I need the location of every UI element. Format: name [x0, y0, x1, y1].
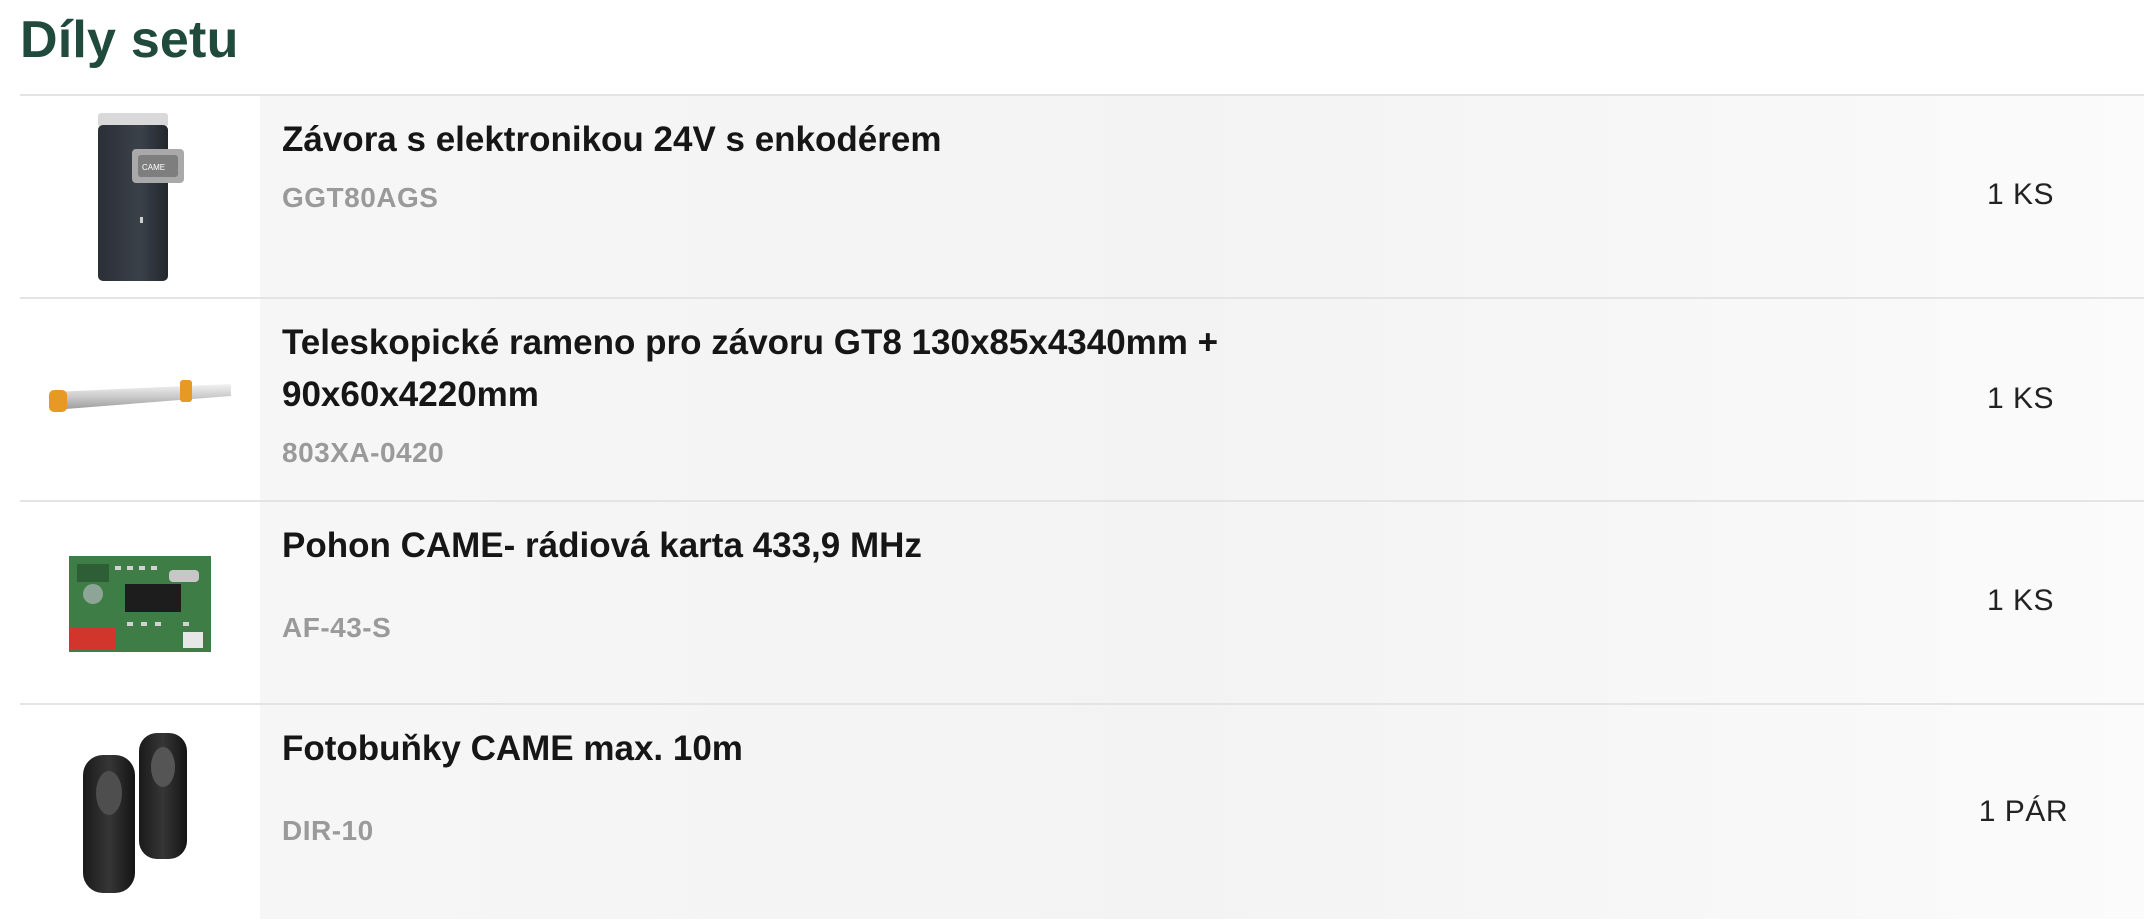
section-title: Díly setu [20, 11, 239, 69]
list-item[interactable]: Fotobuňky CAME max. 10m DIR-10 1 PÁR [20, 705, 2144, 919]
item-quantity: 1 KS [1986, 178, 2054, 211]
item-name[interactable]: Fotobuňky CAME max. 10m [282, 723, 1402, 775]
radio-card-image [69, 555, 211, 652]
item-quantity: 1 KS [1986, 584, 2054, 617]
product-thumbnail[interactable] [20, 299, 260, 500]
item-code: 803XA-0420 [282, 437, 445, 468]
product-thumbnail[interactable] [20, 705, 260, 919]
product-thumbnail[interactable]: CAME [20, 96, 260, 297]
barrier-cabinet-image: CAME [98, 112, 184, 281]
product-thumbnail[interactable] [20, 502, 260, 703]
item-code: DIR-10 [282, 815, 374, 846]
set-parts-list: CAME Závora s elektronikou 24V s enkodér… [20, 94, 2144, 919]
item-quantity: 1 PÁR [1978, 795, 2068, 828]
list-item[interactable]: Teleskopické rameno pro závoru GT8 130x8… [20, 299, 2144, 502]
item-code: GGT80AGS [282, 182, 439, 213]
svg-text:CAME: CAME [142, 163, 165, 172]
list-item[interactable]: Pohon CAME- rádiová karta 433,9 MHz AF-4… [20, 502, 2144, 705]
set-parts-page: Díly setu CAME Závora s elektronikou 24V… [0, 0, 2144, 920]
item-name[interactable]: Teleskopické rameno pro závoru GT8 130x8… [282, 317, 1402, 421]
item-name[interactable]: Závora s elektronikou 24V s enkodérem [282, 114, 1402, 166]
list-item[interactable]: CAME Závora s elektronikou 24V s enkodér… [20, 96, 2144, 299]
item-code: AF-43-S [282, 612, 392, 643]
item-quantity: 1 KS [1986, 382, 2054, 415]
barrier-arm-image [49, 379, 231, 412]
item-name[interactable]: Pohon CAME- rádiová karta 433,9 MHz [282, 520, 1402, 572]
photocell-pair-image [83, 733, 187, 893]
